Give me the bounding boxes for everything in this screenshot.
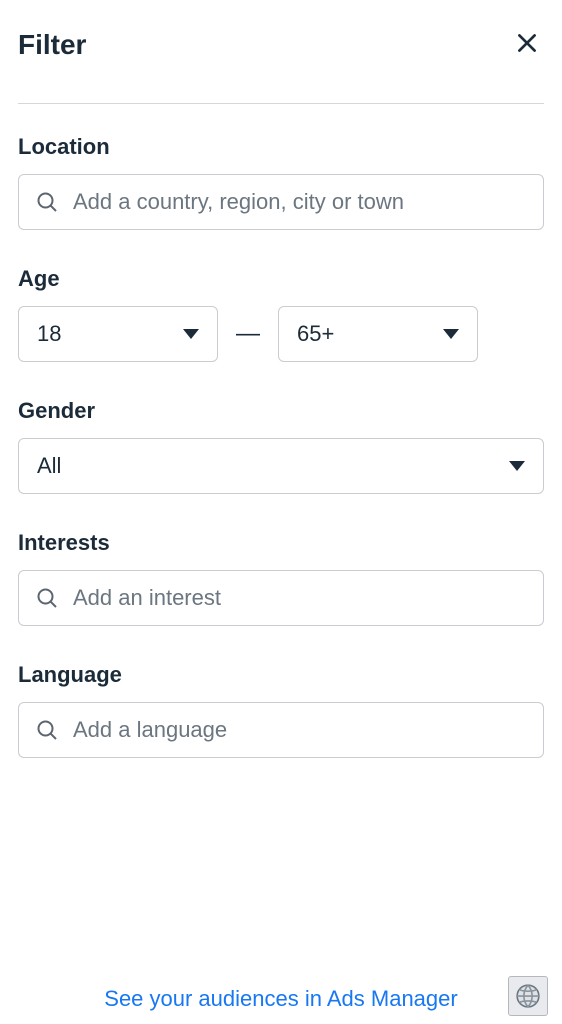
search-icon — [35, 190, 59, 214]
close-button[interactable] — [510, 26, 544, 63]
filter-header: Filter — [18, 16, 544, 103]
globe-icon — [515, 983, 541, 1009]
page-title: Filter — [18, 29, 86, 61]
gender-value: All — [37, 453, 61, 479]
location-input[interactable] — [73, 189, 527, 215]
location-label: Location — [18, 134, 544, 160]
close-icon — [514, 30, 540, 56]
age-max-select[interactable]: 65+ — [278, 306, 478, 362]
language-section: Language — [18, 662, 544, 758]
gender-label: Gender — [18, 398, 544, 424]
interests-section: Interests — [18, 530, 544, 626]
chevron-down-icon — [443, 329, 459, 339]
interests-input-box[interactable] — [18, 570, 544, 626]
age-range-row: 18 — 65+ — [18, 306, 544, 362]
age-label: Age — [18, 266, 544, 292]
search-icon — [35, 718, 59, 742]
age-min-value: 18 — [37, 321, 61, 347]
age-max-value: 65+ — [297, 321, 334, 347]
language-input[interactable] — [73, 717, 527, 743]
location-input-box[interactable] — [18, 174, 544, 230]
age-min-select[interactable]: 18 — [18, 306, 218, 362]
age-range-separator: — — [236, 320, 260, 348]
language-label: Language — [18, 662, 544, 688]
interests-input[interactable] — [73, 585, 527, 611]
gender-section: Gender All — [18, 398, 544, 494]
header-divider — [18, 103, 544, 104]
chevron-down-icon — [183, 329, 199, 339]
age-section: Age 18 — 65+ — [18, 266, 544, 362]
ads-manager-link[interactable]: See your audiences in Ads Manager — [104, 986, 457, 1011]
location-section: Location — [18, 134, 544, 230]
language-input-box[interactable] — [18, 702, 544, 758]
gender-select[interactable]: All — [18, 438, 544, 494]
footer: See your audiences in Ads Manager — [0, 986, 562, 1012]
globe-button[interactable] — [508, 976, 548, 1016]
interests-label: Interests — [18, 530, 544, 556]
chevron-down-icon — [509, 461, 525, 471]
search-icon — [35, 586, 59, 610]
